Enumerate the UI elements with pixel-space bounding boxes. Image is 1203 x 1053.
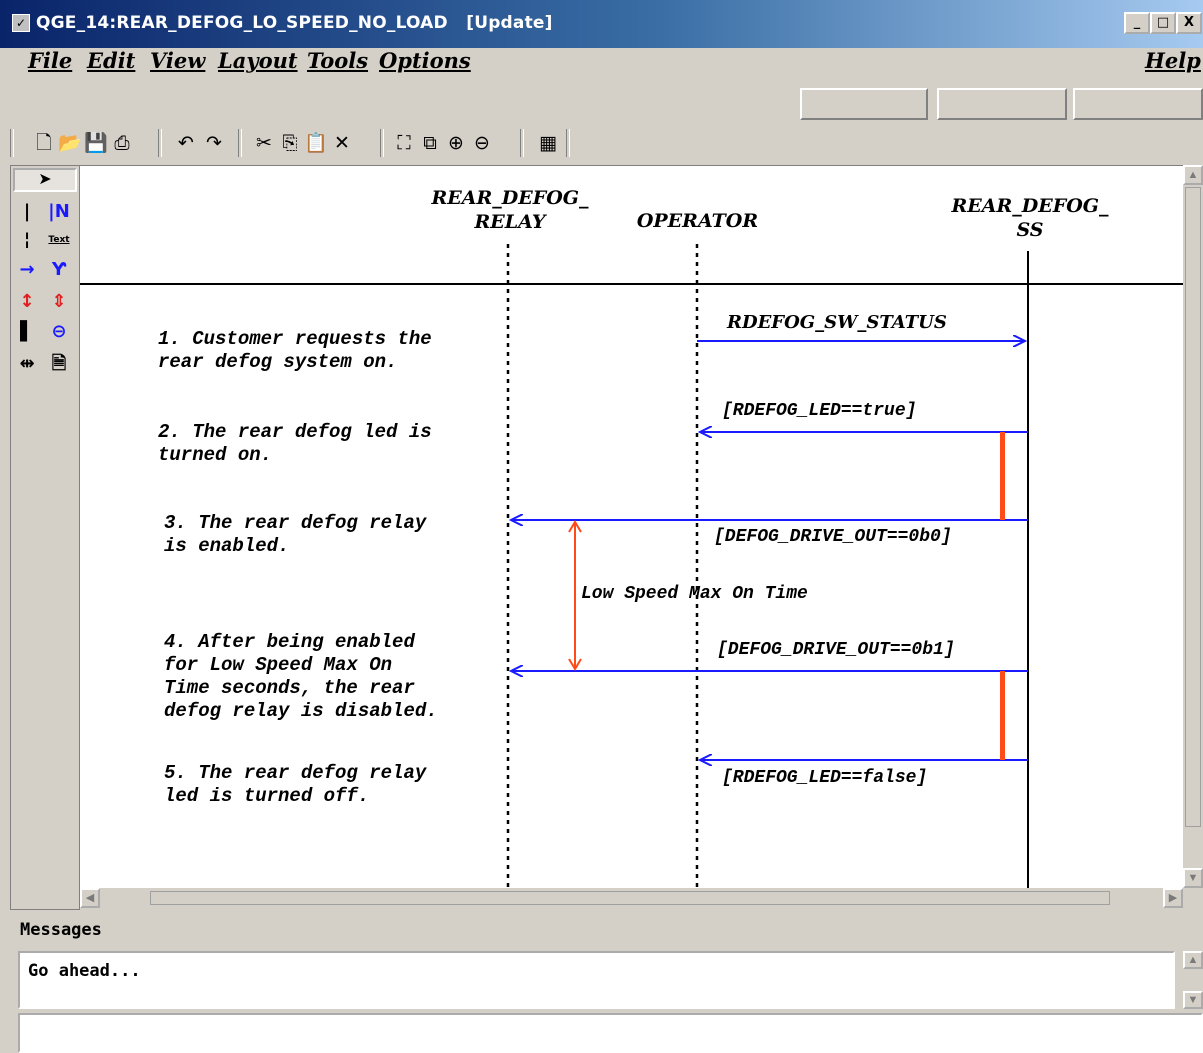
text-tool-icon[interactable]: Text — [45, 226, 73, 254]
named-lifeline-icon[interactable]: |N — [45, 198, 73, 226]
grid-icon[interactable]: ▦ — [534, 127, 562, 159]
step-note-4[interactable]: 4. After being enabled for Low Speed Max… — [164, 631, 438, 723]
resize-horizontal-icon[interactable]: ⇹ — [13, 350, 41, 378]
toolbar: 🗋 📂 💾 ⎙ ↶ ↷ ✂ ⎘ 📋 ✕ ⛶ ⧉ ⊕ ⊖ ▦ — [10, 127, 570, 161]
cut-icon[interactable]: ✂ — [250, 127, 278, 159]
mode-button-3[interactable] — [1073, 88, 1203, 120]
zoom-area-icon[interactable]: ⧉ — [416, 127, 444, 159]
message-label-4[interactable]: [DEFOG_DRIVE_OUT==0b1] — [717, 640, 955, 660]
self-message-icon[interactable]: ⊖ — [45, 318, 73, 346]
fit-icon[interactable]: ⛶ — [390, 127, 418, 159]
messages-scroll-down-icon[interactable]: ▼ — [1183, 991, 1203, 1009]
scroll-up-icon[interactable]: ▲ — [1183, 165, 1203, 185]
vertical-scroll-thumb[interactable] — [1185, 187, 1201, 827]
text-tool-label: Text — [48, 235, 70, 245]
horizontal-scroll-thumb[interactable] — [150, 891, 1110, 905]
minimize-button[interactable]: _ — [1124, 12, 1150, 34]
delete-icon[interactable]: ✕ — [328, 127, 356, 159]
activation-icon[interactable]: ▌ — [13, 318, 41, 346]
message-label-3[interactable]: [DEFOG_DRIVE_OUT==0b0] — [714, 527, 952, 547]
messages-scroll-up-icon[interactable]: ▲ — [1183, 951, 1203, 969]
window-title-text: QGE_14:REAR_DEFOG_LO_SPEED_NO_LOAD — [36, 13, 448, 33]
actor-ss[interactable]: REAR_DEFOG_ SS — [940, 194, 1120, 242]
save-icon[interactable]: 💾 — [82, 127, 110, 159]
restore-button[interactable]: □ — [1150, 12, 1176, 34]
note-icon[interactable]: 🗎 — [45, 350, 73, 378]
lifeline-icon[interactable]: | — [13, 198, 41, 226]
step-note-2[interactable]: 2. The rear defog led is turned on. — [158, 421, 432, 467]
zoom-out-icon[interactable]: ⊖ — [468, 127, 496, 159]
app-icon[interactable]: ✓ — [12, 14, 30, 32]
condition-icon[interactable]: Ƴ — [45, 256, 73, 284]
message-label-2[interactable]: [RDEFOG_LED==true] — [722, 401, 916, 421]
menu-options[interactable]: Options — [379, 48, 471, 73]
scroll-down-icon[interactable]: ▼ — [1183, 868, 1203, 888]
actor-relay[interactable]: REAR_DEFOG_ RELAY — [420, 186, 600, 234]
step-note-5[interactable]: 5. The rear defog relay led is turned of… — [164, 762, 426, 808]
menu-tools[interactable]: Tools — [307, 48, 368, 73]
menu-edit[interactable]: Edit — [87, 48, 135, 73]
paste-icon[interactable]: 📋 — [302, 127, 330, 159]
menu-help[interactable]: Help — [1145, 48, 1201, 73]
lifeline-label: N — [54, 201, 70, 222]
timing-icon[interactable]: ↕ — [13, 288, 41, 316]
timing-label-icon[interactable]: ⇕ — [45, 288, 73, 316]
message-arrow-icon[interactable]: → — [13, 256, 41, 284]
message-label-5[interactable]: [RDEFOG_LED==false] — [722, 768, 927, 788]
messages-scrollbar[interactable]: ▲ ▼ — [1183, 951, 1203, 1009]
command-input[interactable] — [18, 1013, 1203, 1053]
menu-file[interactable]: File — [28, 48, 72, 73]
vertical-scrollbar[interactable]: ▲ ▼ — [1183, 165, 1203, 888]
redo-icon[interactable]: ↷ — [200, 127, 228, 159]
messages-box[interactable]: Go ahead... — [18, 951, 1175, 1009]
zoom-in-icon[interactable]: ⊕ — [442, 127, 470, 159]
messages-label: Messages — [20, 920, 102, 940]
activation-bar-2[interactable] — [1000, 671, 1005, 760]
select-arrow-icon[interactable]: ➤ — [13, 168, 77, 192]
menu-layout[interactable]: Layout — [218, 48, 298, 73]
activation-bar-1[interactable] — [1000, 432, 1005, 520]
title-bar: ✓ QGE_14:REAR_DEFOG_LO_SPEED_NO_LOAD [Up… — [0, 0, 1203, 48]
tool-palette: ➤ | |N ¦ Text → Ƴ ↕ ⇕ ▌ ⊖ ⇹ 🗎 — [10, 165, 80, 910]
diagram-canvas[interactable]: REAR_DEFOG_ RELAY OPERATOR REAR_DEFOG_ S… — [80, 165, 1183, 888]
copy-icon[interactable]: ⎘ — [276, 127, 304, 159]
open-icon[interactable]: 📂 — [56, 127, 84, 159]
mode-button-2[interactable] — [937, 88, 1067, 120]
new-icon[interactable]: 🗋 — [30, 127, 58, 159]
messages-text: Go ahead... — [28, 961, 141, 981]
print-icon[interactable]: ⎙ — [108, 127, 136, 159]
window-title: QGE_14:REAR_DEFOG_LO_SPEED_NO_LOAD [Upda… — [36, 13, 553, 33]
mode-button-1[interactable] — [800, 88, 928, 120]
dashed-lifeline-icon[interactable]: ¦ — [13, 226, 41, 254]
scroll-left-icon[interactable]: ◀ — [80, 888, 100, 908]
step-note-1[interactable]: 1. Customer requests the rear defog syst… — [158, 328, 432, 374]
close-button[interactable]: X — [1176, 12, 1202, 34]
step-note-3[interactable]: 3. The rear defog relay is enabled. — [164, 512, 426, 558]
message-label-1[interactable]: RDEFOG_SW_STATUS — [727, 312, 947, 333]
window-state: [Update] — [466, 13, 553, 33]
undo-icon[interactable]: ↶ — [172, 127, 200, 159]
scroll-right-icon[interactable]: ▶ — [1163, 888, 1183, 908]
horizontal-scrollbar[interactable]: ◀ ▶ — [80, 888, 1183, 908]
timing-label[interactable]: Low Speed Max On Time — [581, 584, 808, 604]
menu-view[interactable]: View — [150, 48, 205, 73]
actor-operator[interactable]: OPERATOR — [620, 209, 775, 233]
